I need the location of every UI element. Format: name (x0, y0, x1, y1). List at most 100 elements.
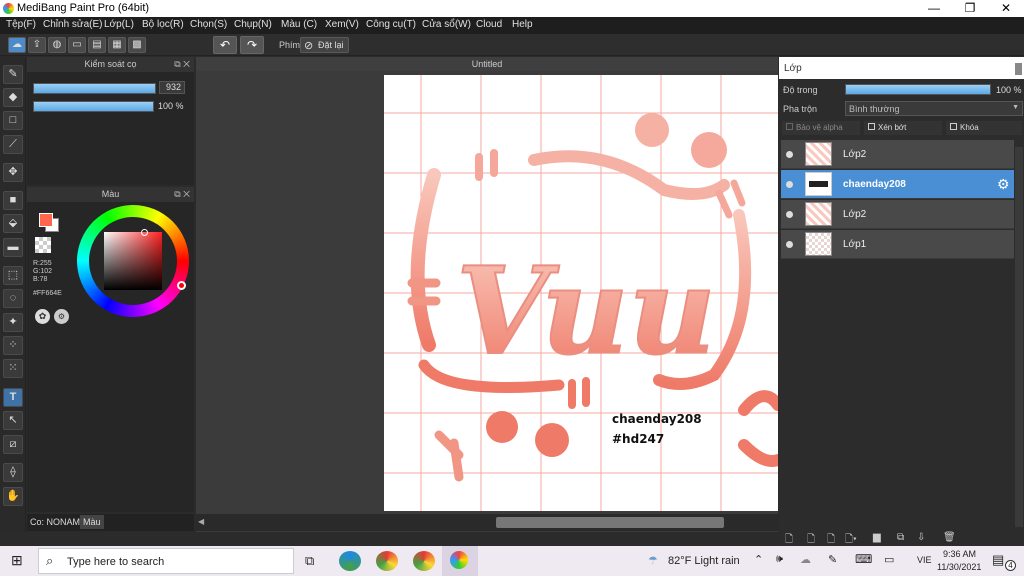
menu-color[interactable]: Màu (C) (281, 19, 317, 30)
gear-icon[interactable]: ⚙ (997, 176, 1010, 193)
operation-tool-icon[interactable]: ↖ (3, 411, 23, 430)
hue-picker-handle[interactable] (177, 281, 186, 290)
visibility-icon[interactable] (786, 211, 793, 218)
palette-icon[interactable]: ✿ (35, 309, 50, 324)
hand-tool-icon[interactable]: ✋ (3, 487, 23, 506)
magic-wand-tool-icon[interactable]: ✦ (3, 313, 23, 332)
edge-icon[interactable] (339, 551, 361, 571)
menu-view[interactable]: Xem(V) (325, 19, 359, 30)
medibang-taskbar-button[interactable] (442, 546, 478, 576)
cloud-icon[interactable]: ☁ (8, 37, 26, 53)
color-tab[interactable]: Màu (80, 515, 104, 529)
shape-tool-icon[interactable]: □ (3, 111, 23, 130)
share-icon[interactable]: ⇪ (28, 37, 46, 53)
clipping-checkbox[interactable]: Xén bớt (864, 121, 942, 135)
reset-button[interactable]: ⊘ Đặt lại (300, 37, 349, 53)
brush-size-slider[interactable] (33, 83, 156, 94)
menu-layer[interactable]: Lớp(L) (104, 19, 134, 30)
input-language[interactable]: VIE (917, 555, 932, 565)
protect-alpha-checkbox[interactable]: Bảo vệ alpha (782, 121, 860, 135)
document-icon[interactable]: ▤ (88, 37, 106, 53)
layer-row[interactable]: Lớp2 (781, 140, 1014, 169)
eraser-tool-icon[interactable]: ◆ (3, 88, 23, 107)
folder-icon[interactable]: ▆ (873, 532, 881, 543)
undo-button[interactable]: ↶ (213, 36, 237, 54)
close-button[interactable]: ✕ (989, 0, 1023, 17)
menu-help[interactable]: Help (512, 19, 533, 30)
menu-tools[interactable]: Công cụ(T) (366, 19, 416, 30)
brush-size-value[interactable]: 932 (159, 81, 185, 94)
display-icon[interactable]: ▭ (884, 553, 894, 566)
restore-button[interactable]: ❐ (953, 0, 987, 17)
comment-icon[interactable]: ◍ (48, 37, 66, 53)
pen-icon[interactable]: ✎ (828, 553, 837, 566)
menu-select[interactable]: Chọn(S) (190, 19, 227, 30)
windows-start-icon[interactable]: ⊞ (11, 552, 23, 569)
drawing-canvas[interactable]: Vuu chaenday208 #hd247 (384, 75, 778, 511)
palette-settings-icon[interactable]: ⚙ (54, 309, 69, 324)
bucket-tool-icon[interactable]: ⬙ (3, 214, 23, 233)
horizontal-scrollbar[interactable]: ◀ (196, 514, 778, 531)
clock-date[interactable]: 11/30/2021 (937, 562, 981, 572)
menu-cloud[interactable]: Cloud (476, 19, 502, 30)
panel-icon[interactable]: ▦ (108, 37, 126, 53)
visibility-icon[interactable] (786, 181, 793, 188)
transparent-swatch[interactable] (35, 237, 51, 253)
clock-time[interactable]: 9:36 AM (943, 549, 976, 559)
visibility-icon[interactable] (786, 241, 793, 248)
minimize-button[interactable]: — (917, 0, 951, 17)
brush-tab[interactable]: Co: NONAME (30, 517, 86, 527)
move-tool-icon[interactable]: ✥ (3, 163, 23, 182)
redo-button[interactable]: ↷ (240, 36, 264, 54)
lock-checkbox[interactable]: Khóa (946, 121, 1022, 135)
keyboard-icon[interactable]: ⌨ (855, 552, 872, 566)
panel-popout-close-icon[interactable]: ⧉ ✕ (174, 57, 190, 72)
chrome-icon[interactable] (376, 551, 398, 571)
layer-row-selected[interactable]: chaenday208 ⚙ (781, 170, 1014, 199)
task-view-icon[interactable]: ⧉ (305, 553, 314, 569)
notification-icon[interactable]: ▤ (992, 552, 1004, 568)
lasso-tool-icon[interactable]: ◌ (3, 289, 23, 308)
divide-tool-icon[interactable]: ⧄ (3, 435, 23, 454)
blend-mode-select[interactable]: Bình thường ▼ (845, 101, 1023, 116)
menu-file[interactable]: Tệp(F) (6, 19, 36, 30)
onedrive-icon[interactable]: ☁ (800, 553, 811, 566)
chevron-up-icon[interactable]: ⌃ (754, 553, 763, 566)
taskbar-search-box[interactable]: ⌕ Type here to search (38, 548, 294, 574)
menu-snap[interactable]: Chụp(N) (234, 19, 272, 30)
sv-picker-handle[interactable] (141, 229, 148, 236)
select-eraser-tool-icon[interactable]: ⁙ (3, 359, 23, 378)
layer-row[interactable]: Lớp1 (781, 230, 1014, 259)
brush-opacity-slider[interactable] (33, 101, 154, 112)
scroll-thumb[interactable] (496, 517, 724, 528)
text-tool-icon[interactable]: T (3, 388, 23, 407)
chrome-icon[interactable] (413, 551, 435, 571)
select-pen-tool-icon[interactable]: ⁘ (3, 336, 23, 355)
eyedropper-tool-icon[interactable]: ⟠ (3, 463, 23, 482)
menu-edit[interactable]: Chỉnh sửa(E) (43, 19, 103, 30)
brush-tool-icon[interactable]: ✎ (3, 65, 23, 84)
line-tool-icon[interactable]: ⟋ (3, 135, 23, 154)
menu-window[interactable]: Cửa sổ(W) (422, 19, 471, 30)
menu-filter[interactable]: Bộ lọc(R) (142, 19, 184, 30)
primary-color-swatch[interactable] (39, 213, 53, 227)
trash-icon[interactable]: 🗑 (943, 532, 956, 543)
visibility-icon[interactable] (786, 151, 793, 158)
layer-list-scrollbar[interactable] (1015, 147, 1023, 527)
color-wheel[interactable] (77, 205, 189, 317)
select-rect-tool-icon[interactable]: ⬚ (3, 266, 23, 285)
layer-row[interactable]: Lớp2 (781, 200, 1014, 229)
grid-icon[interactable]: ▩ (128, 37, 146, 53)
color-panel-popout-close-icon[interactable]: ⧉ ✕ (174, 187, 190, 202)
saturation-value-square[interactable] (104, 232, 162, 290)
chat-icon[interactable]: ▭ (68, 37, 86, 53)
document-tab[interactable]: Untitled (196, 57, 778, 71)
rect-fill-tool-icon[interactable]: ■ (3, 191, 23, 210)
weather-text[interactable]: 82°F Light rain (668, 555, 740, 567)
scroll-left-icon[interactable]: ◀ (198, 517, 204, 526)
layer-opacity-slider[interactable] (845, 84, 991, 95)
merge-down-icon[interactable]: ⇩ (917, 532, 925, 543)
duplicate-layer-icon[interactable]: ⧉ (897, 532, 904, 543)
layer-panel-scroll-icon[interactable] (1015, 63, 1022, 75)
gradient-tool-icon[interactable]: ▬ (3, 238, 23, 257)
